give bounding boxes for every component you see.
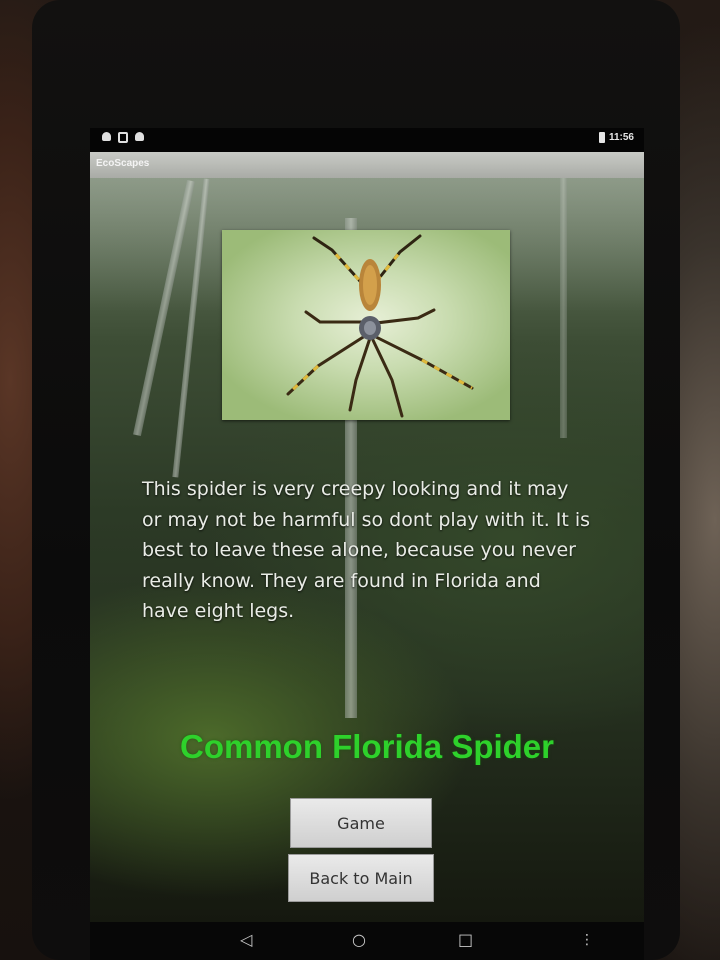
home-nav-icon[interactable]: ○ [352, 930, 366, 950]
status-bar: 11:56 [90, 128, 644, 152]
clock: 11:56 [608, 132, 634, 143]
spider-image [222, 230, 510, 420]
content-area: This spider is very creepy looking and i… [90, 178, 644, 922]
recents-nav-icon[interactable]: □ [458, 930, 473, 950]
notification-icon [135, 132, 144, 141]
notification-icons [102, 132, 144, 143]
game-button[interactable]: Game [290, 798, 432, 848]
tablet-device: 11:56 EcoScapes This spider is very cree… [32, 0, 680, 960]
battery-icon [598, 132, 605, 143]
back-nav-icon[interactable]: ◁ [240, 930, 252, 950]
action-bar: EcoScapes [90, 152, 644, 178]
app-title: EcoScapes [96, 158, 150, 169]
screen: 11:56 EcoScapes This spider is very cree… [90, 128, 644, 960]
overflow-menu-icon[interactable]: ⋮ [580, 930, 594, 950]
back-to-main-button[interactable]: Back to Main [288, 854, 434, 902]
status-right: 11:56 [598, 132, 634, 143]
navigation-bar: ◁ ○ □ ⋮ [90, 922, 644, 960]
species-description: This spider is very creepy looking and i… [142, 478, 591, 622]
spider-illustration [286, 234, 474, 418]
notification-icon [118, 132, 128, 143]
notification-icon [102, 132, 111, 141]
tree-trunk [560, 178, 567, 438]
species-common-name: Common Florida Spider [179, 728, 555, 765]
